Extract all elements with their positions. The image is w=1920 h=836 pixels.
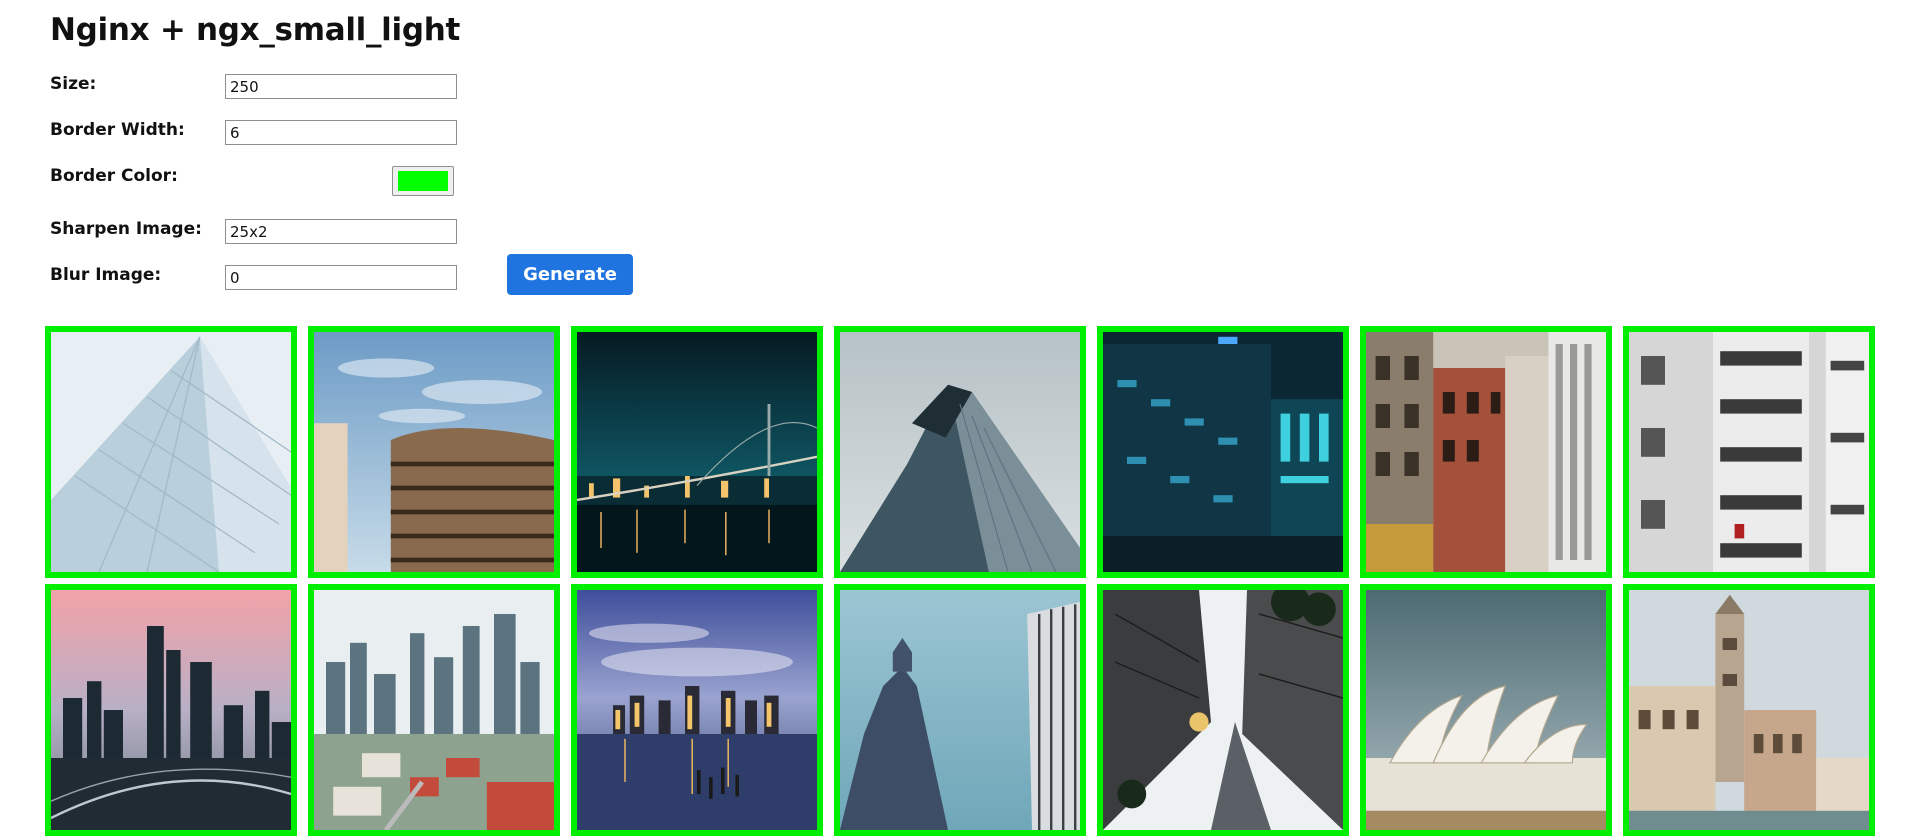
glass-facade-photo (51, 332, 291, 572)
brick-street-buildings-photo (1366, 332, 1606, 572)
gallery-image-6[interactable] (1360, 326, 1612, 578)
border-color-picker[interactable] (392, 166, 454, 196)
generate-button[interactable]: Generate (507, 254, 633, 295)
manhattan-skyline-dusk-photo (577, 590, 817, 830)
apartment-balconies-photo (1629, 332, 1869, 572)
blur-label: Blur Image: (50, 265, 162, 285)
gallery-image-2[interactable] (308, 326, 560, 578)
gallery-image-12[interactable] (1097, 584, 1349, 836)
gallery-image-10[interactable] (571, 584, 823, 836)
sharpen-input[interactable] (225, 219, 457, 244)
sharpen-label: Sharpen Image: (50, 219, 202, 239)
size-label: Size: (50, 74, 97, 94)
venice-bell-tower-photo (1629, 590, 1869, 830)
border-width-input[interactable] (225, 120, 457, 145)
gallery-image-14[interactable] (1623, 584, 1875, 836)
gallery-image-5[interactable] (1097, 326, 1349, 578)
image-gallery (45, 326, 1875, 836)
sharpen-row: Sharpen Image: (50, 219, 457, 244)
gallery-image-4[interactable] (834, 326, 1086, 578)
page-title: Nginx + ngx_small_light (50, 12, 460, 48)
gallery-image-8[interactable] (45, 584, 297, 836)
curved-office-building-photo (314, 332, 554, 572)
gallery-image-13[interactable] (1360, 584, 1612, 836)
city-skyline-sunset-photo (51, 590, 291, 830)
gallery-image-11[interactable] (834, 584, 1086, 836)
glass-skyscraper-looking-up-photo (840, 332, 1080, 572)
gallery-image-7[interactable] (1623, 326, 1875, 578)
gothic-tower-and-skyscraper-photo (840, 590, 1080, 830)
sydney-opera-house-photo (1366, 590, 1606, 830)
size-input[interactable] (225, 74, 457, 99)
skyscrapers-from-below-photo (1103, 590, 1343, 830)
gallery-image-9[interactable] (308, 584, 560, 836)
border-color-label: Border Color: (50, 166, 178, 186)
size-row: Size: (50, 74, 457, 99)
border-width-row: Border Width: (50, 120, 457, 145)
blur-input[interactable] (225, 265, 457, 290)
singapore-skyline-photo (314, 590, 554, 830)
bay-bridge-night-photo (577, 332, 817, 572)
blur-row: Blur Image: (50, 265, 457, 290)
lit-office-building-night-photo (1103, 332, 1343, 572)
gallery-image-1[interactable] (45, 326, 297, 578)
border-color-row: Border Color: (50, 166, 454, 196)
border-width-label: Border Width: (50, 120, 185, 140)
gallery-image-3[interactable] (571, 326, 823, 578)
color-swatch (398, 171, 448, 191)
